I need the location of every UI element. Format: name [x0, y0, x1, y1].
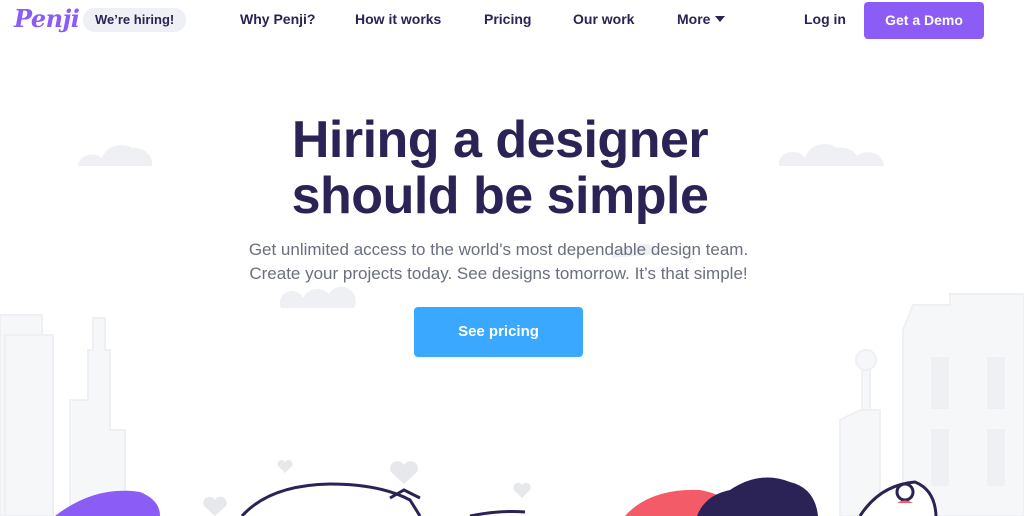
left-buildings — [0, 314, 126, 516]
white-character — [858, 480, 938, 516]
right-buildings — [839, 293, 1024, 516]
nav-link-why-penji[interactable]: Why Penji? — [240, 11, 315, 27]
hero-title-line1: Hiring a designer — [291, 111, 709, 169]
hero-title-line2: should be simple — [291, 167, 709, 225]
hair-character — [697, 477, 818, 516]
login-link[interactable]: Log in — [804, 11, 846, 27]
outline-character — [240, 482, 422, 516]
nav-more-label: More — [677, 11, 711, 27]
hero-subtitle-line2: Create your projects today. See designs … — [249, 264, 748, 283]
nav-more-dropdown[interactable]: More — [677, 11, 726, 27]
top-nav: Penji We’re hiring! Why Penji? How it wo… — [0, 0, 1024, 40]
hero-title: Hiring a designer should be simple — [0, 112, 1000, 224]
heart-icons — [203, 459, 531, 516]
outline-shape — [469, 510, 526, 516]
nav-link-our-work[interactable]: Our work — [573, 11, 634, 27]
mouth-icon — [897, 500, 913, 503]
nav-link-how-it-works[interactable]: How it works — [355, 11, 441, 27]
head-icon — [895, 482, 915, 502]
nav-link-pricing[interactable]: Pricing — [484, 11, 531, 27]
purple-character — [55, 490, 160, 516]
penji-logo[interactable]: Penji — [14, 4, 80, 33]
chevron-down-icon — [715, 16, 726, 22]
hero-subtitle: Get unlimited access to the world's most… — [0, 238, 997, 286]
red-character — [625, 489, 740, 516]
hero-subtitle-line1: Get unlimited access to the world's most… — [248, 240, 749, 259]
get-demo-button[interactable]: Get a Demo — [864, 2, 984, 39]
see-pricing-button[interactable]: See pricing — [414, 307, 583, 357]
hiring-badge[interactable]: We’re hiring! — [83, 8, 187, 32]
arrow-icon — [389, 488, 421, 500]
